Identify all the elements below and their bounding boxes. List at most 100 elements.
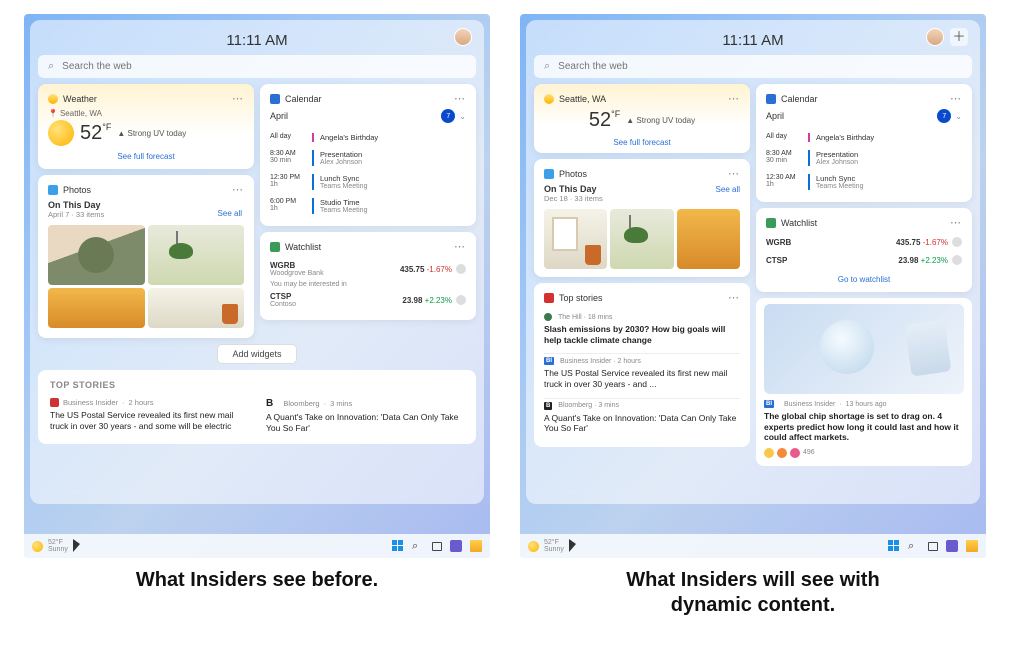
photo-thumb[interactable] xyxy=(544,209,607,269)
photo-thumb[interactable] xyxy=(148,288,245,328)
calendar-icon xyxy=(270,94,280,104)
reactions[interactable]: 496 xyxy=(764,448,964,458)
story-card[interactable]: B Bloomberg · 3 mins A Quant's Take on I… xyxy=(266,398,464,434)
photos-heading: On This Day xyxy=(48,200,244,210)
watchlist-title: Watchlist xyxy=(285,242,449,252)
watchlist-link[interactable]: Go to watchlist xyxy=(766,275,962,284)
more-icon[interactable]: ⋯ xyxy=(232,183,244,196)
news-article[interactable]: BI Business Insider · 13 hours ago The g… xyxy=(756,298,972,466)
forecast-link[interactable]: See full forecast xyxy=(48,152,244,161)
more-icon[interactable]: ⋯ xyxy=(454,240,466,253)
top-stories-heading: TOP STORIES xyxy=(50,380,464,390)
chevron-down-icon[interactable]: ⌄ xyxy=(459,112,466,121)
calendar-event[interactable]: All dayAngela's Birthday xyxy=(766,129,962,146)
see-all-link[interactable]: See all xyxy=(716,185,740,194)
more-icon[interactable]: ⋯ xyxy=(728,92,740,105)
search-taskbar-icon[interactable]: ⌕ xyxy=(908,540,920,552)
more-icon[interactable]: ⋯ xyxy=(232,92,244,105)
add-icon[interactable]: ＋ xyxy=(950,28,968,46)
news-headline: The global chip shortage is set to drag … xyxy=(764,411,964,443)
check-icon xyxy=(456,295,466,305)
weather-note: ▲ Strong UV today xyxy=(117,129,186,138)
add-widgets-button[interactable]: Add widgets xyxy=(217,344,296,364)
search-icon: ⌕ xyxy=(544,60,550,73)
source-icon: BI xyxy=(764,400,774,408)
calendar-event[interactable]: All dayAngela's Birthday xyxy=(270,129,466,146)
stock-row[interactable]: CTSP 23.98 +2.23% xyxy=(766,251,962,269)
clock: 11:11 AM xyxy=(534,26,972,53)
news-image xyxy=(764,304,964,394)
more-icon[interactable]: ⋯ xyxy=(728,167,740,180)
weather-tray-icon[interactable] xyxy=(32,541,43,552)
search-bar[interactable]: ⌕ xyxy=(534,55,972,78)
photos-widget[interactable]: Photos ⋯ On This Day April 7 · 33 items … xyxy=(38,175,254,338)
caption-right: What Insiders will see withdynamic conte… xyxy=(626,568,879,618)
calendar-event[interactable]: 6:00 PM1hStudio TimeTeams Meeting xyxy=(270,194,466,218)
more-icon[interactable]: ⋯ xyxy=(950,216,962,229)
calendar-event[interactable]: 12:30 PM1hLunch SyncTeams Meeting xyxy=(270,170,466,194)
news-item[interactable]: The Hill · 18 minsSlash emissions by 203… xyxy=(544,310,740,350)
watchlist-widget[interactable]: Watchlist ⋯ WGRBWoodgrove Bank 435.75 -1… xyxy=(260,232,476,320)
photos-widget[interactable]: Photos ⋯ On This Day Dec 18 · 33 items S… xyxy=(534,159,750,277)
calendar-event[interactable]: 8:30 AM30 minPresentationAlex Johnson xyxy=(766,146,962,170)
calendar-widget[interactable]: Calendar ⋯ April 7 ⌄ All dayAngela's Bi xyxy=(756,84,972,202)
weather-icon xyxy=(544,94,554,104)
user-avatar[interactable] xyxy=(454,28,472,46)
photo-thumb[interactable] xyxy=(48,288,145,328)
chat-icon[interactable] xyxy=(450,540,462,552)
photo-thumb[interactable] xyxy=(148,225,245,285)
calendar-day[interactable]: 7 xyxy=(937,109,951,123)
weather-location: Seattle, WA xyxy=(559,94,723,104)
weather-widget[interactable]: Weather ⋯ 📍 Seattle, WA 52°F ▲ Strong UV… xyxy=(38,84,254,169)
see-all-link[interactable]: See all xyxy=(218,209,242,218)
chat-icon[interactable] xyxy=(946,540,958,552)
more-icon[interactable]: ⋯ xyxy=(454,92,466,105)
check-icon xyxy=(952,255,962,265)
taskview-icon[interactable] xyxy=(928,542,938,551)
photo-thumb[interactable] xyxy=(610,209,673,269)
watchlist-icon xyxy=(766,218,776,228)
weather-tray-text[interactable]: 52°FSunny xyxy=(48,539,68,553)
search-bar[interactable]: ⌕ xyxy=(38,55,476,78)
news-item[interactable]: B Bloomberg · 3 minsA Quant's Take on In… xyxy=(544,398,740,439)
watchlist-widget[interactable]: Watchlist ⋯ WGRB 435.75 -1.67% CTSP 23.9… xyxy=(756,208,972,292)
watchlist-hint: You may be interested in xyxy=(270,281,466,288)
photos-title: Photos xyxy=(63,185,227,195)
start-icon[interactable] xyxy=(888,540,900,552)
calendar-day[interactable]: 7 xyxy=(441,109,455,123)
weather-icon xyxy=(48,94,58,104)
chevron-down-icon[interactable]: ⌄ xyxy=(955,112,962,121)
search-input[interactable] xyxy=(556,60,962,73)
weather-tray-text[interactable]: 52°FSunny xyxy=(544,539,564,553)
photo-thumb[interactable] xyxy=(48,225,145,285)
weather-note: ▲ Strong UV today xyxy=(626,116,695,125)
search-input[interactable] xyxy=(60,60,466,73)
weather-title: Weather xyxy=(63,94,227,104)
top-stories-widget[interactable]: Top stories ⋯ The Hill · 18 minsSlash em… xyxy=(534,283,750,447)
source-icon xyxy=(50,398,59,407)
calendar-title: Calendar xyxy=(781,94,945,104)
weather-widget[interactable]: Seattle, WA ⋯ 52°F ▲ Strong UV today See… xyxy=(534,84,750,153)
stock-row[interactable]: WGRB 435.75 -1.67% xyxy=(766,233,962,251)
news-item[interactable]: BI Business Insider · 2 hoursThe US Post… xyxy=(544,353,740,394)
weather-tray-icon[interactable] xyxy=(528,541,539,552)
more-icon[interactable]: ⋯ xyxy=(728,291,740,304)
stock-row[interactable]: WGRBWoodgrove Bank 435.75 -1.67% xyxy=(270,257,466,281)
user-avatar[interactable] xyxy=(926,28,944,46)
photo-thumb[interactable] xyxy=(677,209,740,269)
news-icon xyxy=(544,293,554,303)
story-card[interactable]: Business Insider · 2 hours The US Postal… xyxy=(50,398,248,434)
stock-row[interactable]: CTSPContoso 23.98 +2.23% xyxy=(270,288,466,312)
explorer-icon[interactable] xyxy=(966,540,978,552)
calendar-event[interactable]: 8:30 AM30 minPresentationAlex Johnson xyxy=(270,146,466,170)
explorer-icon[interactable] xyxy=(470,540,482,552)
more-icon[interactable]: ⋯ xyxy=(950,92,962,105)
photos-title: Photos xyxy=(559,169,723,179)
calendar-event[interactable]: 12:30 AM1hLunch SyncTeams Meeting xyxy=(766,170,962,194)
watchlist-icon xyxy=(270,242,280,252)
search-taskbar-icon[interactable]: ⌕ xyxy=(412,540,424,552)
calendar-widget[interactable]: Calendar ⋯ April 7 ⌄ All dayAngela's Bi xyxy=(260,84,476,226)
forecast-link[interactable]: See full forecast xyxy=(544,138,740,147)
taskview-icon[interactable] xyxy=(432,542,442,551)
start-icon[interactable] xyxy=(392,540,404,552)
